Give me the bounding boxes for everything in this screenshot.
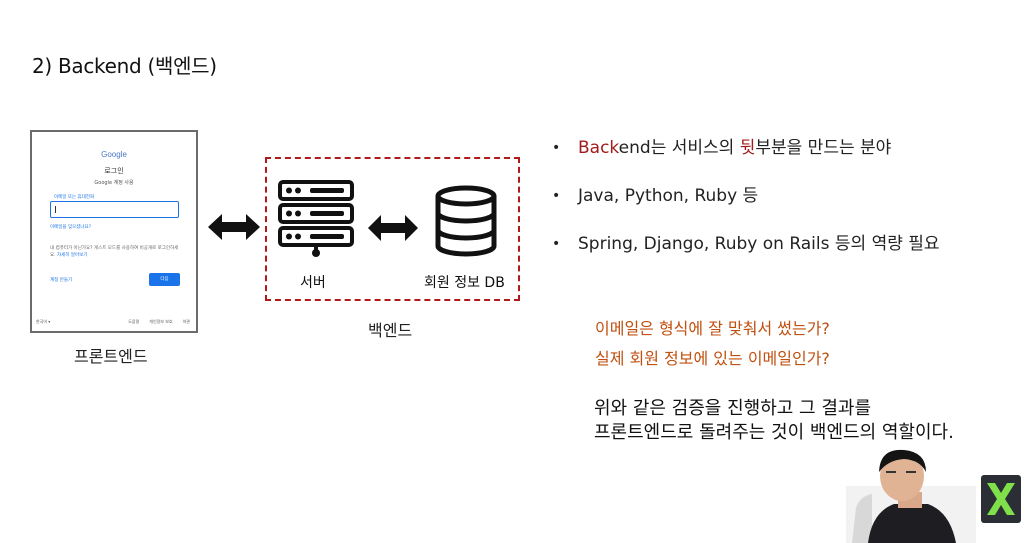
server-label: 서버 [300,275,326,291]
footer-link-help: 도움말 [128,319,140,324]
footer-link-terms: 약관 [182,319,190,324]
database-icon [435,185,497,257]
language-selector: 한국어 ▾ [36,319,51,324]
login-title: 로그인 [104,167,124,175]
bullet-text: 부분을 만드는 분야 [755,138,892,158]
bullet-item: • Spring, Django, Ruby on Rails 등의 역량 필요 [552,231,940,279]
double-arrow-icon [208,214,260,240]
guest-mode-text: 내 컴퓨터가 아닌가요? 게스트 모드를 사용하여 비공개로 로그인하세요. 자… [50,245,182,259]
conclusion-line: 위와 같은 검증을 진행하고 그 결과를 [594,398,872,419]
email-field-label: 이메일 또는 휴대전화 [54,195,95,200]
conclusion-text: 위와 같은 검증을 진행하고 그 결과를 프론트엔드로 돌려주는 것이 백엔드의… [594,397,954,445]
validation-question: 실제 회원 정보에 있는 이메일인가? [595,349,830,368]
login-screen-mockup: Google 로그인 Google 계정 사용 이메일 또는 휴대전화 이메일을… [30,130,198,333]
presenter-video [846,449,976,543]
bullet-text-highlight: Back [578,138,619,158]
bullet-marker: • [552,188,561,204]
email-field [50,201,179,218]
bullet-item: • Backend는 서비스의 뒷부분을 만드는 분야 [552,135,940,183]
login-subtitle: Google 계정 사용 [94,180,134,186]
forgot-email-link: 이메일을 잊으셨나요? [50,225,92,230]
bullet-text-highlight: 뒷 [739,138,756,158]
frontend-caption: 프론트엔드 [74,347,148,366]
bullet-item: • Java, Python, Ruby 등 [552,183,940,231]
backend-caption: 백엔드 [368,321,413,340]
create-account-link: 계정 만들기 [50,278,73,283]
footer-links: 도움말 개인정보 보호 약관 [128,319,190,325]
bullet-marker: • [552,236,561,252]
validation-question: 이메일은 형식에 잘 맞춰서 썼는가? [595,319,830,338]
channel-logo-icon [981,475,1021,523]
server-icon [278,180,354,257]
footer-link-privacy: 개인정보 보호 [149,319,173,324]
member-db-label: 회원 정보 DB [424,275,505,291]
bullet-text: end는 서비스의 [618,138,740,158]
bullet-text: Java, Python, Ruby 등 [578,186,759,206]
double-arrow-icon [368,215,418,241]
bullet-marker: • [552,140,561,156]
conclusion-line: 프론트엔드로 돌려주는 것이 백엔드의 역할이다. [594,422,954,443]
learn-more-link: 자세히 알아보기 [57,253,88,258]
next-button: 다음 [149,273,180,286]
slide-title: 2) Backend (백엔드) [32,54,217,78]
bullet-text: Spring, Django, Ruby on Rails 등의 역량 필요 [578,234,940,254]
bullet-list: • Backend는 서비스의 뒷부분을 만드는 분야 • Java, Pyth… [552,135,940,279]
google-logo: Google [101,150,127,159]
